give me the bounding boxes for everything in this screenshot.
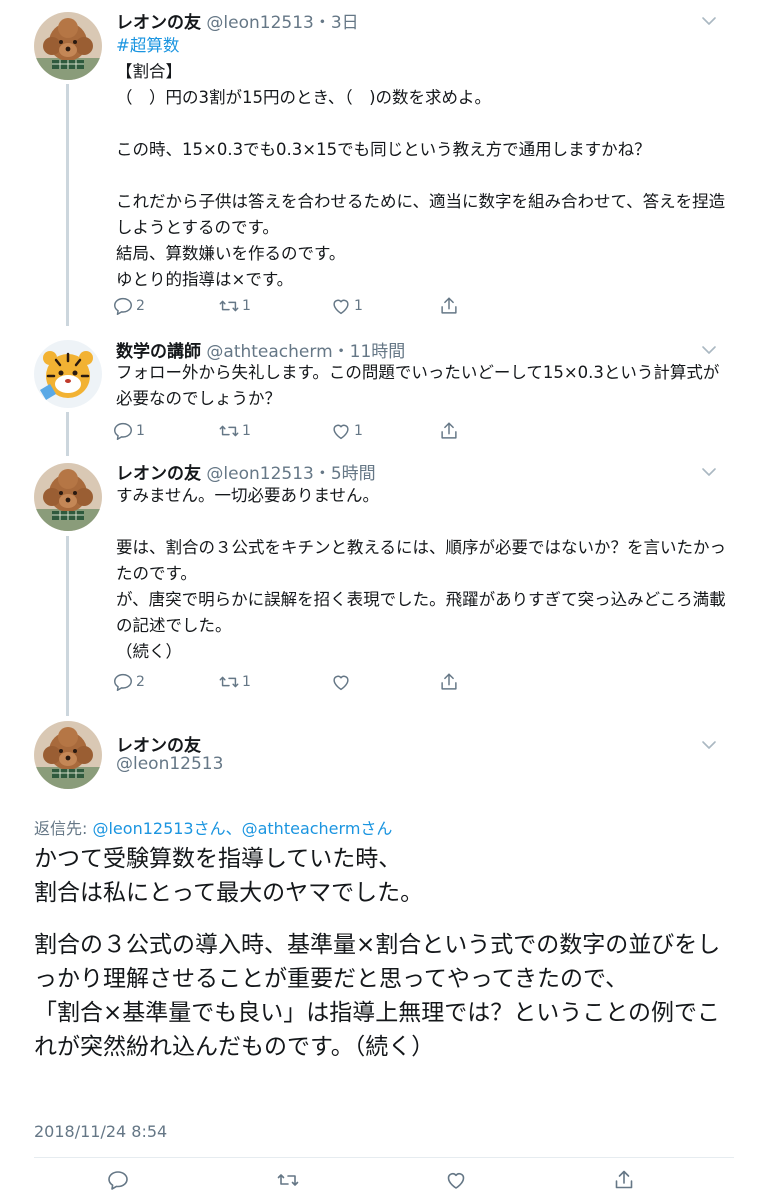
tweet-header: 数学の講師 @athteacherm・11時間 bbox=[116, 337, 405, 362]
retweet-button[interactable]: 1 bbox=[218, 671, 251, 693]
action-bar: 2 1 bbox=[112, 671, 472, 695]
like-icon bbox=[330, 420, 352, 442]
hashtag-link[interactable]: #超算数 bbox=[116, 33, 726, 59]
like-icon bbox=[330, 295, 352, 317]
chevron-down-icon[interactable] bbox=[698, 14, 720, 28]
thread-line bbox=[66, 536, 69, 716]
display-name[interactable]: レオンの友 bbox=[116, 13, 201, 33]
tweet-text: 【割合】 （ ）円の3割が15円のとき、（ )の数を求めよ。 この時、15×0.… bbox=[116, 62, 726, 289]
like-button[interactable]: 1 bbox=[330, 420, 363, 442]
share-icon bbox=[438, 420, 460, 442]
chevron-down-icon[interactable] bbox=[698, 465, 720, 479]
tweet-text: フォロー外から失礼します。この問題でいったいどーして15×0.3という計算式が必… bbox=[116, 363, 720, 408]
action-bar: 2 1 1 bbox=[112, 295, 472, 319]
retweet-count: 1 bbox=[242, 423, 251, 439]
reply-mentions-link[interactable]: @leon12513さん、@athteachermさん bbox=[92, 819, 392, 838]
reply-button[interactable]: 2 bbox=[112, 295, 145, 317]
share-icon bbox=[612, 1168, 636, 1192]
display-name[interactable]: レオンの友 bbox=[116, 464, 201, 484]
reply-icon bbox=[112, 671, 134, 693]
retweet-icon bbox=[218, 295, 240, 317]
tweet-text: すみません。一切必要ありません。 要は、割合の３公式をキチンと教えるには、順序が… bbox=[116, 486, 727, 661]
like-button[interactable] bbox=[330, 671, 354, 693]
tweet-header: レオンの友 @leon12513・5時間 bbox=[116, 459, 376, 484]
reply-count: 2 bbox=[136, 298, 145, 314]
handle-and-time[interactable]: @athteacherm・11時間 bbox=[206, 342, 405, 362]
thread-line bbox=[66, 84, 69, 326]
share-button[interactable] bbox=[438, 671, 460, 693]
reply-count: 2 bbox=[136, 674, 145, 690]
retweet-icon bbox=[218, 420, 240, 442]
retweet-count: 1 bbox=[242, 674, 251, 690]
share-icon bbox=[438, 295, 460, 317]
reply-icon bbox=[106, 1168, 130, 1192]
divider bbox=[34, 1157, 734, 1158]
like-count: 1 bbox=[354, 298, 363, 314]
chevron-down-icon[interactable] bbox=[698, 738, 720, 752]
reply-icon bbox=[112, 420, 134, 442]
timestamp[interactable]: 2018/11/24 8:54 bbox=[34, 1122, 167, 1141]
avatar[interactable] bbox=[34, 12, 102, 80]
retweet-icon bbox=[218, 671, 240, 693]
reply-button[interactable]: 2 bbox=[112, 671, 145, 693]
share-button[interactable] bbox=[438, 420, 460, 442]
reply-to-label: 返信先: bbox=[34, 819, 93, 838]
avatar[interactable] bbox=[34, 340, 102, 408]
retweet-count: 1 bbox=[242, 298, 251, 314]
action-bar bbox=[0, 1168, 762, 1194]
tweet-header: レオンの友 @leon12513・3日 bbox=[116, 8, 359, 33]
like-button[interactable] bbox=[444, 1168, 468, 1192]
handle-and-time[interactable]: @leon12513・3日 bbox=[206, 13, 358, 33]
tweet-text-paragraph: かつて受験算数を指導していた時、 割合は私にとって最大のヤマでした。 bbox=[34, 846, 424, 906]
like-button[interactable]: 1 bbox=[330, 295, 363, 317]
share-button[interactable] bbox=[612, 1168, 636, 1192]
tweet-text-paragraph: 割合の３公式の導入時、基準量×割合という式での数字の並びをしっかり理解させること… bbox=[34, 932, 721, 1060]
action-bar: 1 1 1 bbox=[112, 420, 472, 444]
chevron-down-icon[interactable] bbox=[698, 343, 720, 357]
retweet-button[interactable]: 1 bbox=[218, 420, 251, 442]
retweet-icon bbox=[276, 1168, 300, 1192]
reply-count: 1 bbox=[136, 423, 145, 439]
thread-line bbox=[66, 412, 69, 456]
retweet-button[interactable]: 1 bbox=[218, 295, 251, 317]
share-button[interactable] bbox=[438, 295, 460, 317]
like-icon bbox=[330, 671, 352, 693]
display-name[interactable]: 数学の講師 bbox=[116, 342, 201, 362]
retweet-button[interactable] bbox=[276, 1168, 300, 1192]
like-icon bbox=[444, 1168, 468, 1192]
reply-button[interactable]: 1 bbox=[112, 420, 145, 442]
reply-icon bbox=[112, 295, 134, 317]
share-icon bbox=[438, 671, 460, 693]
avatar[interactable] bbox=[34, 463, 102, 531]
display-name[interactable]: レオンの友 bbox=[116, 731, 201, 756]
handle[interactable]: @leon12513 bbox=[116, 754, 223, 774]
reply-button[interactable] bbox=[106, 1168, 130, 1192]
like-count: 1 bbox=[354, 423, 363, 439]
handle-and-time[interactable]: @leon12513・5時間 bbox=[206, 464, 375, 484]
reply-to-line: 返信先: @leon12513さん、@athteachermさん bbox=[34, 815, 392, 839]
avatar[interactable] bbox=[34, 721, 102, 789]
